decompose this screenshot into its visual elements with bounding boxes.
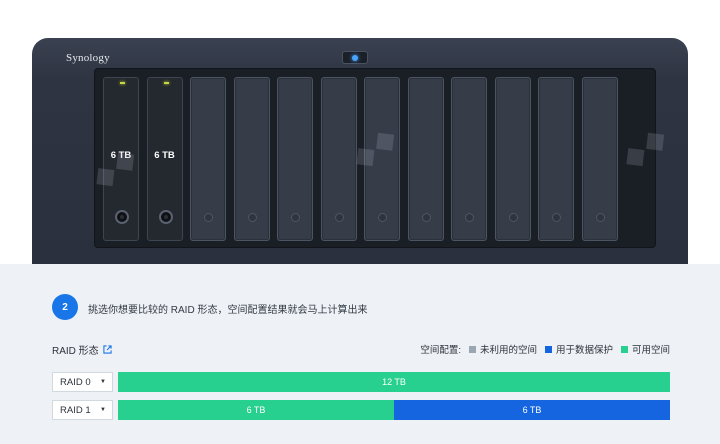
bay-knob-icon xyxy=(204,213,213,222)
bay-knob-icon xyxy=(421,213,431,222)
nas-chassis: Synology 6 TB 6 TB xyxy=(32,38,688,268)
drive-led-icon xyxy=(120,82,125,84)
legend-swatch-protection xyxy=(544,345,552,353)
external-link-icon[interactable] xyxy=(103,345,112,354)
step-number-badge: 2 xyxy=(52,294,78,320)
legend-item-protection: 用于数据保护 xyxy=(544,342,613,356)
raid-select-value: RAID 0 xyxy=(60,376,91,388)
drive-bay-empty[interactable] xyxy=(233,77,270,241)
drive-bay-empty[interactable] xyxy=(277,77,313,241)
legend-text-protection: 用于数据保护 xyxy=(555,345,613,356)
drive-bay-empty[interactable] xyxy=(538,77,574,241)
bay-knob-icon xyxy=(595,213,605,222)
dropdown-caret-icon: ▼ xyxy=(100,407,106,413)
drive-bay-filled[interactable]: 6 TB xyxy=(146,77,183,241)
drive-bay-empty[interactable] xyxy=(320,77,357,241)
raid-row-0: RAID 0 ▼ 12 TB xyxy=(52,372,670,392)
nas-device-illustration: Synology 6 TB 6 TB xyxy=(0,0,720,268)
drive-bay-frame: 6 TB 6 TB xyxy=(94,68,656,248)
step-instruction: 挑选你想要比较的 RAID 形态，空间配置结果就会马上计算出来 xyxy=(88,305,368,316)
raid-row-1: RAID 1 ▼ 6 TB 6 TB xyxy=(52,400,670,420)
bay-knob-icon xyxy=(508,213,518,222)
capacity-segment-protection: 6 TB xyxy=(394,400,670,420)
bay-knob-icon xyxy=(247,213,257,222)
legend-item-available: 可用空间 xyxy=(620,342,670,356)
drive-lock-icon xyxy=(158,210,173,224)
power-led-icon xyxy=(352,54,358,61)
bay-knob-icon xyxy=(334,213,344,222)
drive-capacity-label: 6 TB xyxy=(110,150,132,161)
legend-text-unused: 未利用的空间 xyxy=(479,345,537,356)
bay-knob-icon xyxy=(378,213,387,222)
nas-brand-logo: Synology xyxy=(66,52,110,64)
legend-swatch-available xyxy=(620,345,628,353)
raid-type-heading: RAID 形态 xyxy=(52,342,112,357)
raid-type-select[interactable]: RAID 0 ▼ xyxy=(52,372,113,392)
drive-bay-empty[interactable] xyxy=(451,77,487,241)
raid-type-select[interactable]: RAID 1 ▼ xyxy=(52,400,113,420)
bay-knob-icon xyxy=(291,213,300,222)
capacity-bar: 6 TB 6 TB xyxy=(118,400,670,420)
dropdown-caret-icon: ▼ xyxy=(100,379,106,385)
raid-type-title: RAID 形态 xyxy=(52,346,99,357)
drive-led-icon xyxy=(163,82,169,84)
capacity-segment-available: 6 TB xyxy=(118,400,394,420)
drive-bay-empty[interactable] xyxy=(364,77,400,241)
drive-capacity-label: 6 TB xyxy=(154,150,175,161)
space-legend: 空间配置: 未利用的空间 用于数据保护 可用空间 xyxy=(420,342,670,356)
drive-bay-empty[interactable] xyxy=(407,77,444,241)
legend-item-unused: 未利用的空间 xyxy=(468,342,537,356)
power-button xyxy=(342,51,368,64)
legend-label: 空间配置: xyxy=(420,345,461,356)
legend-swatch-unused xyxy=(468,345,476,353)
drive-bay-filled[interactable]: 6 TB xyxy=(103,77,139,241)
drive-bay-empty[interactable] xyxy=(190,77,226,241)
raid-config-panel: 2 挑选你想要比较的 RAID 形态，空间配置结果就会马上计算出来 RAID 形… xyxy=(0,264,720,444)
drive-lock-icon xyxy=(115,210,129,224)
bay-knob-icon xyxy=(465,213,474,222)
capacity-segment-available: 12 TB xyxy=(118,372,670,392)
legend-text-available: 可用空间 xyxy=(631,345,670,356)
drive-bay-empty[interactable] xyxy=(494,77,531,241)
bay-knob-icon xyxy=(552,213,561,222)
capacity-bar: 12 TB xyxy=(118,372,670,392)
raid-select-value: RAID 1 xyxy=(60,404,91,416)
drive-bay-empty[interactable] xyxy=(581,77,618,241)
